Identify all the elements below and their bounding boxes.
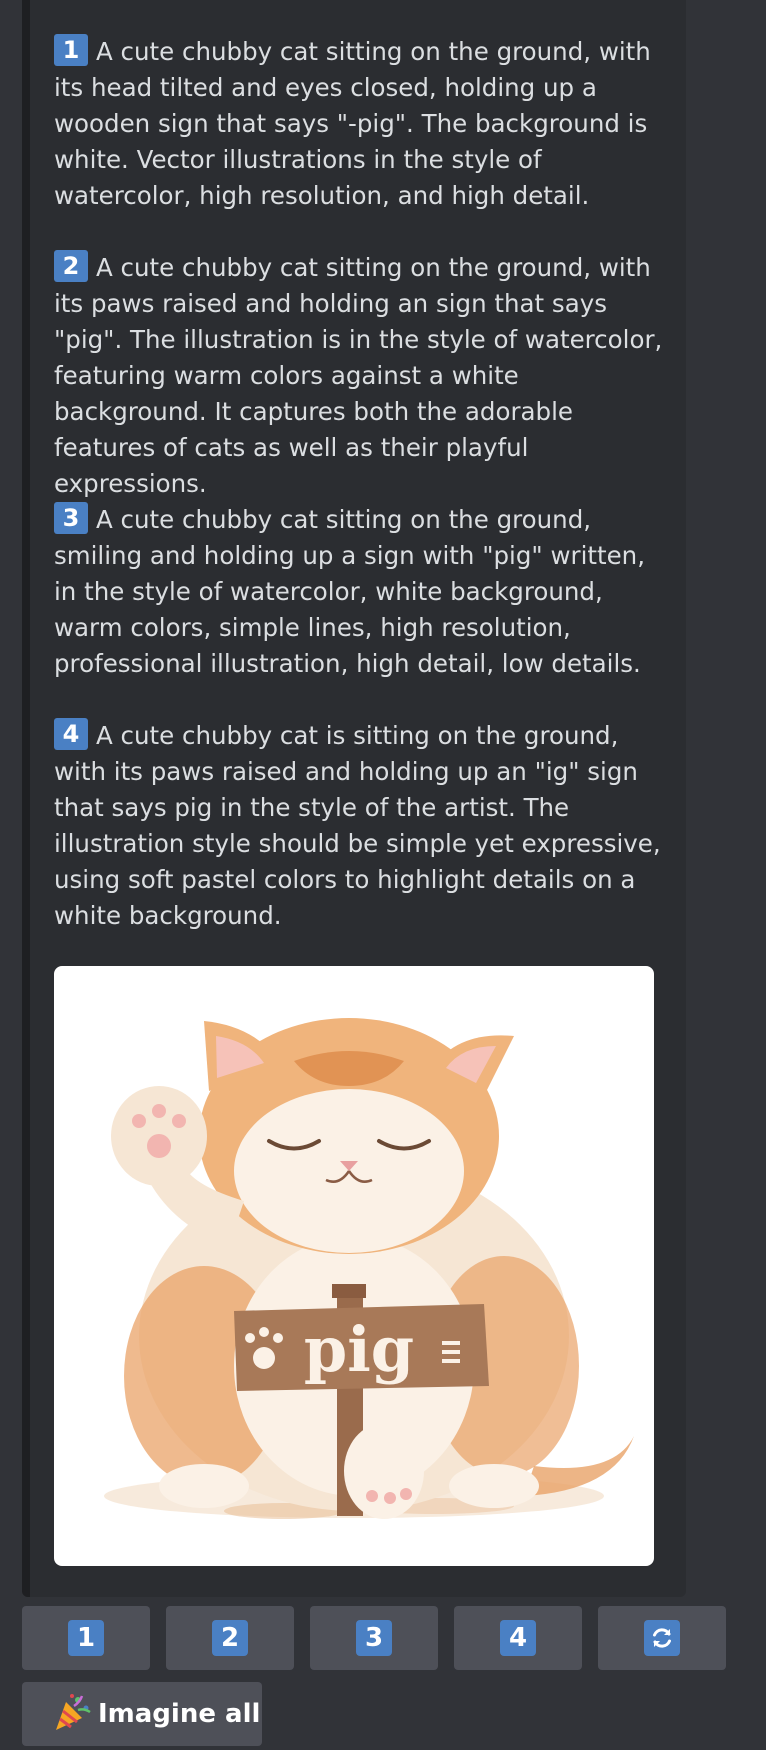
prompt-1: 1A cute chubby cat sitting on the ground…: [54, 34, 674, 214]
select-1-button[interactable]: 1: [22, 1606, 150, 1670]
generated-image[interactable]: pig: [54, 966, 654, 1566]
refresh-button[interactable]: [598, 1606, 726, 1670]
button-label: 3: [356, 1620, 392, 1656]
prompt-text: A cute chubby cat is sitting on the grou…: [54, 721, 661, 930]
prompt-number-badge: 4: [54, 718, 88, 750]
prompt-number-badge: 3: [54, 502, 88, 534]
imagine-all-button[interactable]: Imagine all: [22, 1682, 262, 1746]
party-popper-icon: [52, 1692, 92, 1736]
select-3-button[interactable]: 3: [310, 1606, 438, 1670]
prompt-text: A cute chubby cat sitting on the ground,…: [54, 505, 645, 678]
sign-text: pig: [304, 1313, 414, 1386]
imagine-all-label: Imagine all: [98, 1699, 261, 1729]
prompt-text: A cute chubby cat sitting on the ground,…: [54, 253, 663, 498]
select-4-button[interactable]: 4: [454, 1606, 582, 1670]
prompt-number-badge: 1: [54, 34, 88, 66]
prompt-text: A cute chubby cat sitting on the ground,…: [54, 37, 651, 210]
prompt-2: 2A cute chubby cat sitting on the ground…: [54, 250, 674, 502]
prompt-4: 4A cute chubby cat is sitting on the gro…: [54, 718, 674, 934]
prompt-3: 3A cute chubby cat sitting on the ground…: [54, 502, 674, 682]
button-label: 2: [212, 1620, 248, 1656]
select-2-button[interactable]: 2: [166, 1606, 294, 1670]
button-label: 1: [68, 1620, 104, 1656]
prompt-embed: 1A cute chubby cat sitting on the ground…: [22, 0, 686, 1597]
embed-accent-bar: [22, 0, 30, 1597]
cat-illustration: pig: [104, 1018, 634, 1519]
prompt-number-badge: 2: [54, 250, 88, 282]
button-label: 4: [500, 1620, 536, 1656]
refresh-icon: [644, 1620, 680, 1656]
